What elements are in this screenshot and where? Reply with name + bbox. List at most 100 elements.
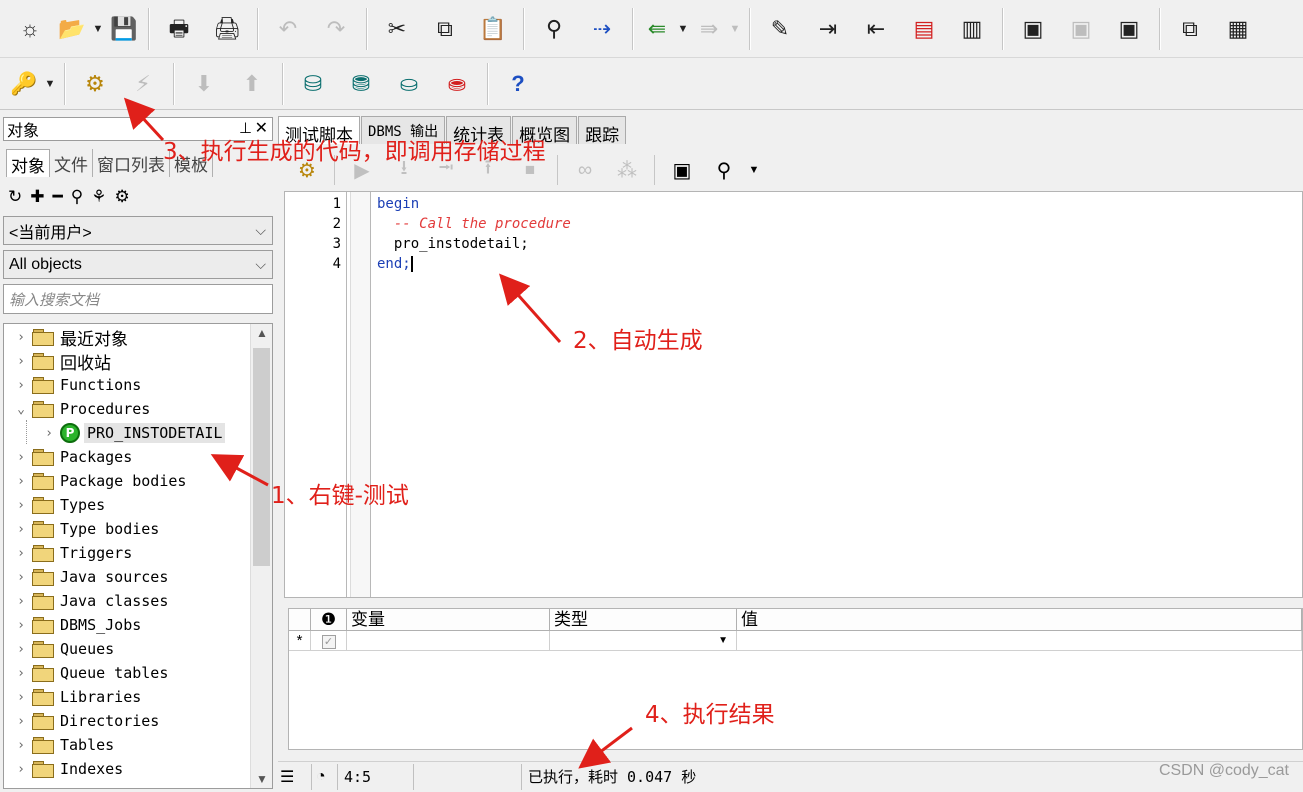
export-icon[interactable]: ⇛	[691, 10, 727, 48]
filter-edit-icon[interactable]: ⚙	[114, 187, 129, 207]
chevron-down-icon[interactable]: ▼	[675, 10, 691, 48]
disconnect-icon[interactable]: ⛂	[433, 65, 481, 103]
cut-icon[interactable]: ✂	[373, 10, 421, 48]
key-icon[interactable]: 🔑	[6, 65, 42, 103]
chevron-right-icon[interactable]: ›	[42, 426, 56, 441]
object-filter-combo[interactable]: All objects ⌵	[3, 250, 273, 279]
chevron-down-icon[interactable]: ▼	[718, 631, 728, 651]
save-icon[interactable]: 💾	[106, 10, 142, 48]
paste-icon[interactable]: 📋	[469, 10, 517, 48]
type-cell[interactable]: ▼	[550, 631, 737, 651]
tree-item[interactable]: ⌄ Procedures	[4, 397, 150, 421]
tab-files[interactable]: 文件	[50, 149, 93, 177]
chevron-right-icon[interactable]: ›	[14, 498, 28, 513]
commit-icon[interactable]: ⬇	[180, 65, 228, 103]
db-icon-2[interactable]: ▣	[1057, 10, 1105, 48]
code-editor[interactable]: 1 2 3 4 begin -- Call the procedure pro_…	[284, 191, 1303, 598]
chevron-right-icon[interactable]: ›	[14, 570, 28, 585]
tree-item[interactable]: › 回收站	[4, 349, 111, 374]
value-cell[interactable]	[737, 631, 1302, 651]
chevron-up-icon[interactable]: ▲	[256, 326, 268, 340]
chevron-down-icon[interactable]: ▼	[727, 10, 743, 48]
comment-icon[interactable]: ✎	[756, 10, 804, 48]
chevron-right-icon[interactable]: ›	[14, 594, 28, 609]
chevron-down-icon[interactable]: ⌄	[14, 402, 28, 417]
find-next-icon[interactable]: ⇢	[578, 10, 626, 48]
tree-item[interactable]: › Indexes	[4, 757, 123, 781]
chart-icon[interactable]: ▣	[663, 155, 701, 185]
new-icon[interactable]: ☼	[6, 10, 54, 48]
column-value[interactable]: 值	[737, 609, 1302, 631]
chevron-right-icon[interactable]: ›	[14, 354, 28, 369]
table-row[interactable]: * ✓ ▼	[289, 631, 1302, 651]
tree-item[interactable]: › Type bodies	[4, 517, 159, 541]
tab-window-list[interactable]: 窗口列表	[93, 149, 170, 177]
chevron-right-icon[interactable]: ›	[14, 690, 28, 705]
open-icon[interactable]: 📂	[54, 10, 90, 48]
db-icon-1[interactable]: ▣	[1009, 10, 1057, 48]
chevron-right-icon[interactable]: ›	[14, 522, 28, 537]
add-icon[interactable]: ✚	[30, 187, 44, 207]
tab-trace[interactable]: 跟踪	[578, 116, 627, 145]
tree-item[interactable]: › Tables	[4, 733, 114, 757]
tree-item[interactable]: › Java classes	[4, 589, 168, 613]
break-icon[interactable]: ⚡	[119, 65, 167, 103]
breakpoint-icon[interactable]: ⁂	[608, 155, 646, 185]
search-input[interactable]: 输入搜索文档	[3, 284, 273, 314]
chevron-right-icon[interactable]: ›	[14, 738, 28, 753]
tree-item[interactable]: › Queues	[4, 637, 114, 661]
session-icon[interactable]: ⛁	[289, 65, 337, 103]
tree-item[interactable]: › 最近对象	[4, 325, 128, 350]
chevron-right-icon[interactable]: ›	[14, 378, 28, 393]
scroll-thumb[interactable]	[253, 348, 270, 566]
tree-item[interactable]: › Java sources	[4, 565, 168, 589]
windows-icon[interactable]: ⧉	[1166, 10, 1214, 48]
chevron-right-icon[interactable]: ›	[14, 450, 28, 465]
chevron-right-icon[interactable]: ›	[14, 714, 28, 729]
tree-item[interactable]: › Directories	[4, 709, 159, 733]
chevron-right-icon[interactable]: ›	[14, 618, 28, 633]
find-icon[interactable]: ⚲	[71, 187, 83, 207]
db-icon-3[interactable]: ▣	[1105, 10, 1153, 48]
tree-item-procedure[interactable]: › P PRO_INSTODETAIL	[4, 421, 226, 445]
tree-item[interactable]: › DBMS_Jobs	[4, 613, 141, 637]
refresh-icon[interactable]: ↻	[8, 187, 22, 207]
remove-icon[interactable]: ━	[53, 187, 63, 207]
unindent-icon[interactable]: ⇤	[852, 10, 900, 48]
tree-item[interactable]: › Queue tables	[4, 661, 168, 685]
tree-item[interactable]: › Functions	[4, 373, 141, 397]
undo-icon[interactable]: ↶	[264, 10, 312, 48]
indent-icon[interactable]: ⇥	[804, 10, 852, 48]
execute-gear-icon[interactable]: ⚙	[71, 65, 119, 103]
sql-icon[interactable]: ⛃	[337, 65, 385, 103]
find-icon[interactable]: ⚲	[530, 10, 578, 48]
chevron-down-icon[interactable]: ▼	[256, 772, 268, 786]
layout-icon[interactable]: ☰	[278, 763, 312, 790]
tree-item[interactable]: › Package bodies	[4, 469, 186, 493]
import-icon[interactable]: ⇚	[639, 10, 675, 48]
tree-item[interactable]: › Types	[4, 493, 105, 517]
chevron-right-icon[interactable]: ›	[14, 666, 28, 681]
upper-icon[interactable]: ▤	[900, 10, 948, 48]
print-icon[interactable]: 🖶	[155, 10, 203, 48]
chevron-down-icon[interactable]: ▼	[90, 10, 106, 48]
tree-item[interactable]: › Packages	[4, 445, 132, 469]
connect-icon[interactable]: ⛀	[385, 65, 433, 103]
tree-scrollbar[interactable]: ▲ ▼	[250, 324, 272, 788]
tab-objects[interactable]: 对象	[6, 149, 50, 177]
chevron-right-icon[interactable]: ›	[14, 642, 28, 657]
tree-item[interactable]: › Libraries	[4, 685, 141, 709]
chevron-down-icon[interactable]: ▼	[42, 65, 58, 103]
chevron-right-icon[interactable]: ›	[14, 474, 28, 489]
user-combo[interactable]: <当前用户> ⌵	[3, 216, 273, 245]
column-variable[interactable]: 变量	[347, 609, 550, 631]
redo-icon[interactable]: ↷	[312, 10, 360, 48]
rollback-icon[interactable]: ⬆	[228, 65, 276, 103]
lower-icon[interactable]: ▥	[948, 10, 996, 48]
chevron-right-icon[interactable]: ›	[14, 546, 28, 561]
variable-cell[interactable]	[347, 631, 550, 651]
watch-icon[interactable]: ∞	[566, 155, 604, 185]
chevron-down-icon[interactable]: ▼	[747, 155, 761, 185]
chevron-right-icon[interactable]: ›	[14, 330, 28, 345]
column-type[interactable]: 类型	[550, 609, 737, 631]
